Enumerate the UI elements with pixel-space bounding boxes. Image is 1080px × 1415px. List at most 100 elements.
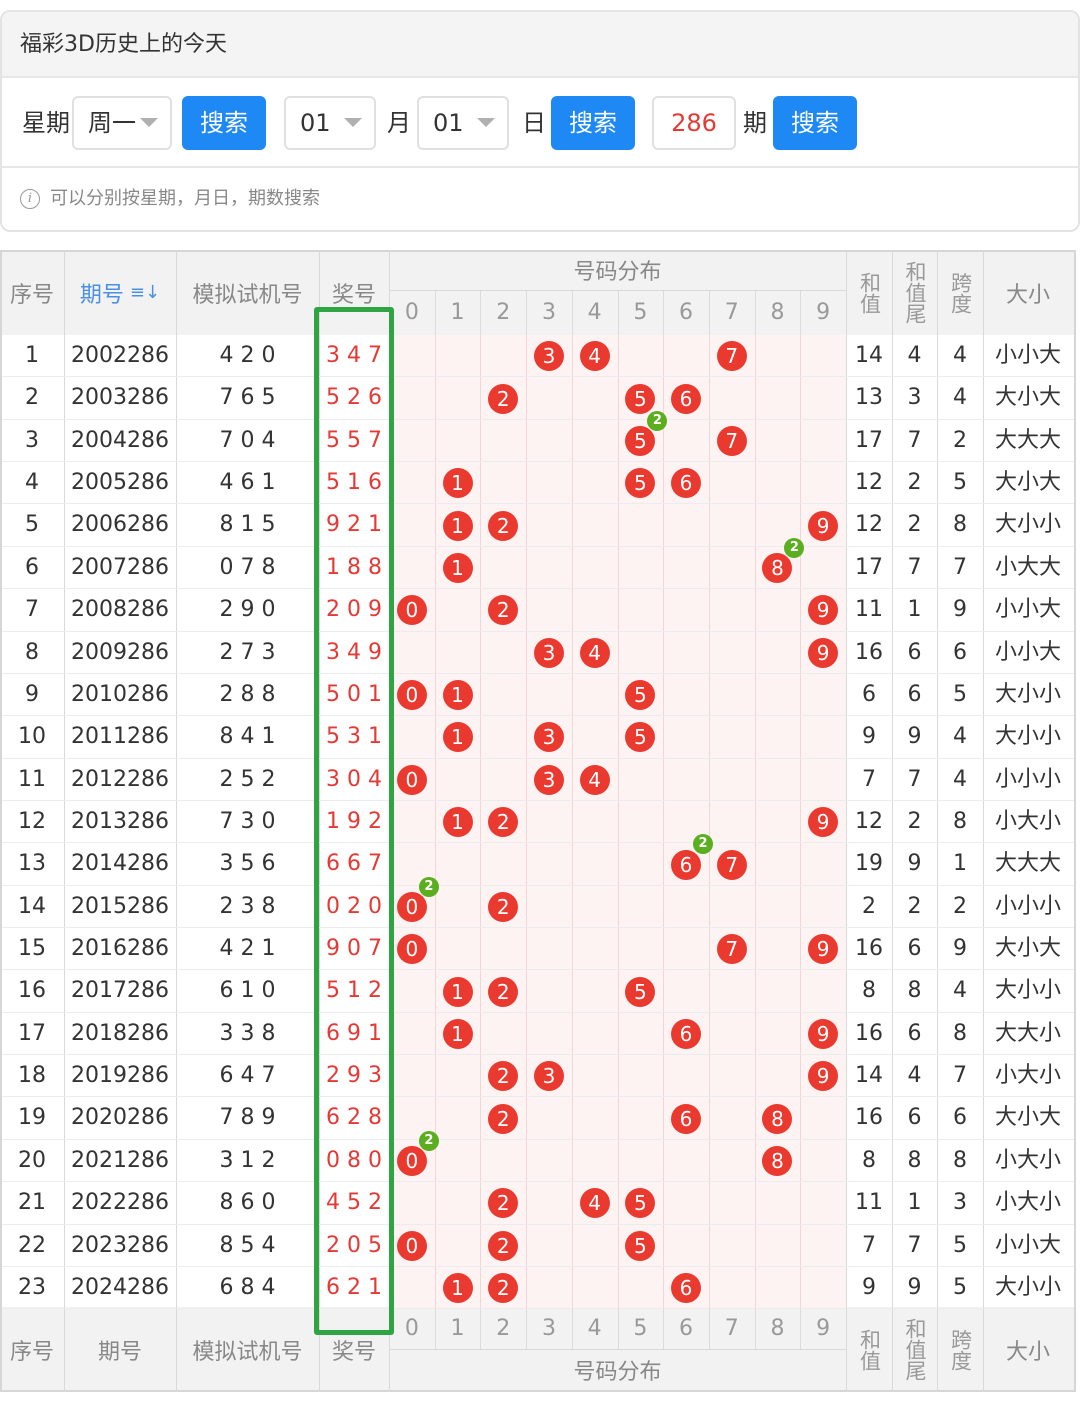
row-size: 大小大 xyxy=(994,1105,1061,1131)
number-ball: 0 xyxy=(396,764,427,795)
search-card: 福彩3D历史上的今天 星期 周一 搜索 01 月 01 日 搜索 286 期 搜… xyxy=(0,10,1080,232)
header-sum-tail-label: 和值尾 xyxy=(903,261,927,324)
month-select[interactable]: 01 xyxy=(284,96,376,150)
day-select[interactable]: 01 xyxy=(417,96,509,150)
number-ball: 9 xyxy=(808,637,839,668)
repeat-count-badge: 2 xyxy=(418,876,439,897)
header-digit: 0 xyxy=(404,300,419,325)
row-sum: 14 xyxy=(855,343,883,368)
header-digit: 2 xyxy=(496,300,511,325)
row-issue: 2020286 xyxy=(71,1105,169,1131)
number-ball: 6 xyxy=(671,1018,702,1049)
row-sum-tail: 2 xyxy=(907,893,922,919)
number-ball: 3 xyxy=(533,764,564,795)
footer-size-label: 大小 xyxy=(1005,1339,1050,1365)
row-sum: 11 xyxy=(855,597,883,623)
row-machine: 2 8 8 xyxy=(219,681,276,707)
header-digit: 8 xyxy=(770,300,785,325)
search-date-button[interactable]: 搜索 xyxy=(551,96,635,150)
row-span: 4 xyxy=(953,766,967,792)
row-sum-tail: 6 xyxy=(907,639,922,665)
row-span: 8 xyxy=(953,808,967,834)
row-machine: 8 6 0 xyxy=(219,1190,276,1216)
header-sum-tail: 和值尾 xyxy=(892,250,937,335)
row-machine: 8 4 1 xyxy=(219,724,276,750)
number-ball: 9 xyxy=(808,510,839,541)
row-index: 4 xyxy=(25,470,39,496)
number-ball: 2 xyxy=(488,891,519,922)
row-sum-tail: 8 xyxy=(907,978,922,1004)
row-machine: 3 5 6 xyxy=(219,851,276,877)
header-index: 序号 xyxy=(0,250,64,335)
row-sum-tail: 2 xyxy=(907,512,922,538)
issue-input[interactable]: 286 xyxy=(652,96,736,150)
row-issue: 2018286 xyxy=(71,1020,169,1046)
row-span: 5 xyxy=(953,470,967,496)
row-sum-tail: 1 xyxy=(907,1190,922,1216)
row-sum-tail: 9 xyxy=(907,851,922,877)
chevron-down-icon xyxy=(477,118,495,127)
row-sum: 9 xyxy=(862,724,876,750)
number-ball: 2 xyxy=(488,976,519,1007)
weekday-select[interactable]: 周一 xyxy=(72,96,172,150)
header-digit: 4 xyxy=(587,300,602,325)
number-ball: 1 xyxy=(442,722,473,753)
number-ball: 6 xyxy=(671,1273,702,1304)
row-size: 小小大 xyxy=(994,1232,1061,1258)
number-ball: 5 xyxy=(625,1230,656,1261)
row-sum-tail: 7 xyxy=(907,766,922,792)
sort-icon[interactable]: ≡↓ xyxy=(130,282,160,303)
row-size: 小大大 xyxy=(994,554,1061,580)
footer-digit: 0 xyxy=(404,1315,419,1341)
header-size-label: 大小 xyxy=(1005,282,1050,308)
row-size: 大小小 xyxy=(994,681,1061,707)
row-index: 22 xyxy=(18,1232,46,1258)
grid-vline-digit xyxy=(435,335,436,1310)
row-index: 16 xyxy=(18,978,46,1004)
row-size: 小大小 xyxy=(994,1190,1061,1216)
footer-index-label: 序号 xyxy=(9,1339,54,1365)
row-sum: 17 xyxy=(855,554,883,580)
number-ball: 1 xyxy=(442,468,473,499)
number-ball: 2 xyxy=(488,510,519,541)
row-issue: 2024286 xyxy=(71,1274,169,1300)
row-span: 4 xyxy=(953,385,967,411)
row-sum-tail: 9 xyxy=(907,724,922,750)
header-machine: 模拟试机号 xyxy=(176,250,319,335)
row-span: 4 xyxy=(953,343,967,368)
search-weekday-button[interactable]: 搜索 xyxy=(182,96,266,150)
row-span: 8 xyxy=(953,1147,967,1173)
grid-vline-digit xyxy=(618,335,619,1310)
header-digit: 5 xyxy=(633,300,648,325)
row-machine: 6 8 4 xyxy=(219,1274,276,1300)
row-sum: 9 xyxy=(862,1274,876,1300)
row-span: 6 xyxy=(953,1105,967,1131)
row-sum-tail: 3 xyxy=(907,385,922,411)
row-index: 20 xyxy=(18,1147,46,1173)
row-sum-tail: 2 xyxy=(907,808,922,834)
number-ball: 4 xyxy=(579,637,610,668)
row-sum: 17 xyxy=(855,427,883,453)
row-size: 大小大 xyxy=(994,470,1061,496)
header-issue[interactable]: 期号 ≡↓ xyxy=(64,250,176,335)
row-sum-tail: 7 xyxy=(907,427,922,453)
search-issue-button[interactable]: 搜索 xyxy=(773,96,857,150)
number-ball: 1 xyxy=(442,552,473,583)
header-distribution: 号码分布 xyxy=(573,260,662,285)
row-span: 9 xyxy=(953,936,967,962)
row-size: 大大大 xyxy=(994,851,1061,877)
row-issue: 2009286 xyxy=(71,639,169,665)
row-span: 2 xyxy=(953,427,967,453)
row-sum-tail: 6 xyxy=(907,1105,922,1131)
number-ball: 7 xyxy=(716,341,747,372)
footer-digit: 2 xyxy=(496,1315,511,1341)
row-sum: 11 xyxy=(855,1190,883,1216)
number-ball: 9 xyxy=(808,1018,839,1049)
footer-sum-tail: 和值尾 xyxy=(892,1307,937,1392)
number-ball: 6 xyxy=(671,1103,702,1134)
row-sum: 12 xyxy=(855,808,883,834)
footer-sum: 和值 xyxy=(846,1307,892,1392)
number-ball: 1 xyxy=(442,807,473,838)
day-label: 日 xyxy=(522,109,546,137)
row-span: 3 xyxy=(953,1190,967,1216)
